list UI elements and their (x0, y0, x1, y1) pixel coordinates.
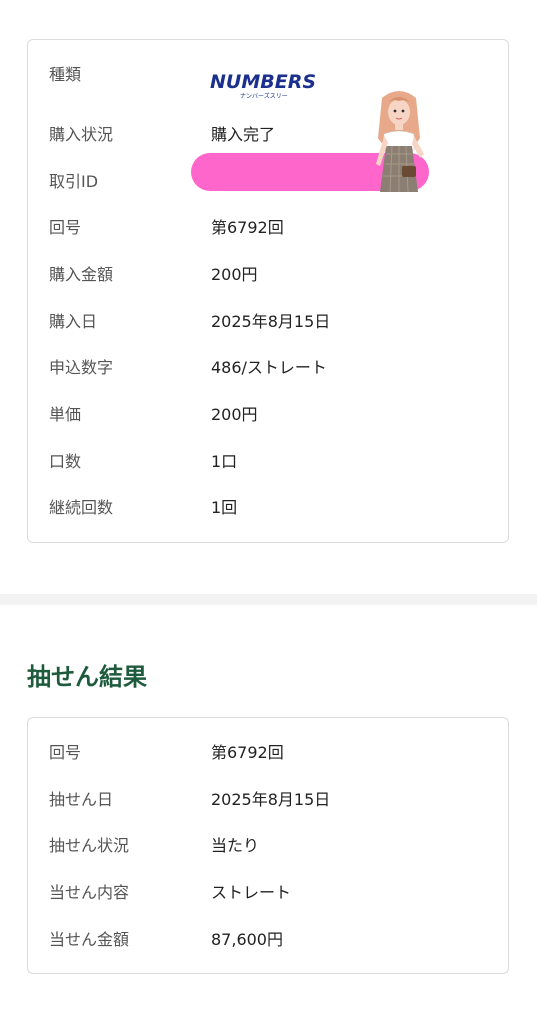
row-continuation-count: 継続回数 1回 (28, 493, 508, 523)
purchase-date-label: 購入日 (49, 312, 98, 331)
purchase-status-label: 購入状況 (49, 125, 114, 144)
draw-date-label: 抽せん日 (49, 790, 114, 809)
units-value: 1口 (211, 452, 238, 471)
transaction-id-label: 取引ID (49, 172, 99, 191)
continuation-count-value: 1回 (211, 498, 238, 517)
logo-subtext: ナンバーズスリー (240, 92, 288, 100)
unit-price-label: 単価 (49, 405, 82, 424)
row-applied-numbers: 申込数字 486/ストレート (28, 353, 508, 383)
purchase-amount-label: 購入金額 (49, 265, 114, 284)
draw-status-label: 抽せん状況 (49, 836, 130, 855)
winning-amount-label: 当せん金額 (49, 930, 130, 949)
row-result-draw-number: 回号 第6792回 (28, 738, 508, 768)
result-draw-number-label: 回号 (49, 743, 82, 762)
draw-status-value: 当たり (211, 836, 260, 855)
unit-price-value: 200円 (211, 405, 258, 424)
draw-number-label: 回号 (49, 218, 82, 237)
row-draw-status: 抽せん状況 当たり (28, 831, 508, 861)
draw-date-value: 2025年8月15日 (211, 790, 331, 809)
units-label: 口数 (49, 452, 82, 471)
row-unit-price: 単価 200円 (28, 400, 508, 430)
continuation-count-label: 継続回数 (49, 498, 114, 517)
numbers3-logo: NUMBERS3 ナンバーズスリー (210, 71, 315, 100)
winning-amount-value: 87,600円 (211, 930, 283, 949)
section-divider (0, 594, 537, 605)
applied-numbers-value: 486/ストレート (211, 358, 327, 377)
purchase-date-value: 2025年8月15日 (211, 312, 331, 331)
draw-result-card: 回号 第6792回 抽せん日 2025年8月15日 抽せん状況 当たり 当せん内… (27, 717, 509, 974)
row-winning-type: 当せん内容 ストレート (28, 878, 508, 908)
row-purchase-amount: 購入金額 200円 (28, 260, 508, 290)
purchase-status-value: 購入完了 (211, 125, 276, 144)
avatar-sticker (376, 91, 424, 192)
result-draw-number-value: 第6792回 (211, 743, 284, 762)
draw-number-value: 第6792回 (211, 218, 284, 237)
purchase-amount-value: 200円 (211, 265, 258, 284)
row-draw-date: 抽せん日 2025年8月15日 (28, 785, 508, 815)
row-draw-number: 回号 第6792回 (28, 213, 508, 243)
purchase-details-card: 種類 NUMBERS3 ナンバーズスリー 購入状況 購入完了 取引ID (27, 39, 509, 543)
row-purchase-date: 購入日 2025年8月15日 (28, 307, 508, 337)
applied-numbers-label: 申込数字 (49, 358, 114, 377)
row-units: 口数 1口 (28, 447, 508, 477)
section-title-draw-result: 抽せん結果 (27, 663, 147, 691)
winning-type-label: 当せん内容 (49, 883, 130, 902)
logo-text: NUMBERS3 (210, 71, 315, 93)
winning-type-value: ストレート (211, 883, 292, 902)
type-label: 種類 (49, 65, 82, 84)
row-winning-amount: 当せん金額 87,600円 (28, 925, 508, 955)
